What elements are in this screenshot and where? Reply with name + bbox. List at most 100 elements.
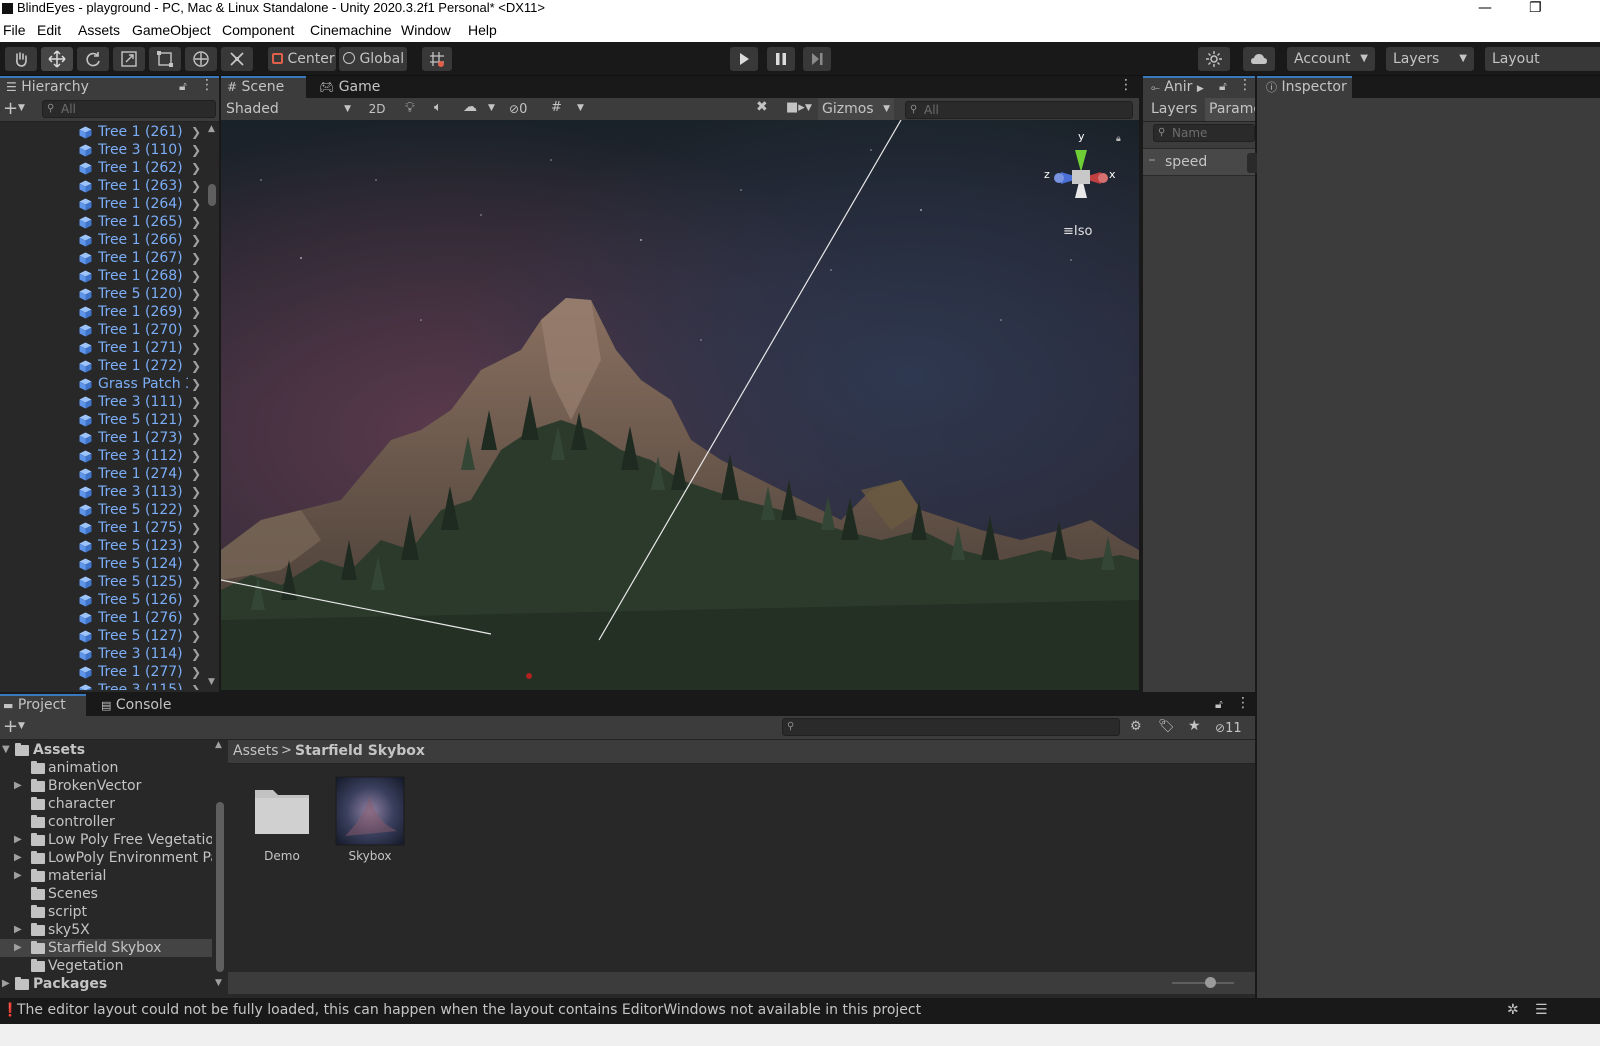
hierarchy-item[interactable]: Tree 5 (126) ❯	[0, 591, 205, 609]
hierarchy-item[interactable]: Tree 1 (271) ❯	[0, 339, 205, 357]
orientation-gizmo[interactable]: y x z 🔒︎ ≡Iso	[1041, 128, 1121, 248]
chevron-right-icon[interactable]: ❯	[191, 447, 201, 465]
expand-right-icon[interactable]: ▶	[14, 849, 22, 867]
animator-parameters-tab[interactable]: Parame	[1205, 98, 1255, 121]
expand-right-icon[interactable]: ▶	[14, 831, 22, 849]
play-button[interactable]	[730, 47, 758, 71]
menu-file[interactable]: File	[3, 22, 26, 38]
scene-search-input[interactable]: ⚲ All	[905, 101, 1133, 119]
menu-assets[interactable]: Assets	[78, 22, 120, 38]
rect-tool-button[interactable]	[149, 47, 181, 71]
chevron-right-icon[interactable]: ❯	[191, 663, 201, 681]
scroll-down-icon[interactable]: ▼	[208, 677, 215, 687]
expand-down-icon[interactable]: ▼	[2, 741, 10, 759]
chevron-right-icon[interactable]: ❯	[191, 357, 201, 375]
expand-right-icon[interactable]: ▶	[14, 939, 22, 957]
lock-icon[interactable]: 🔓︎	[1219, 79, 1227, 94]
move-tool-button[interactable]	[41, 47, 73, 71]
rotate-tool-button[interactable]	[77, 47, 109, 71]
tab-inspector[interactable]: ⓘ Inspector	[1257, 76, 1352, 98]
grid-snap-button[interactable]	[422, 47, 452, 71]
parameter-row[interactable]: speed	[1143, 148, 1257, 176]
lock-icon[interactable]: 🔒︎	[1116, 134, 1121, 144]
scroll-down-icon[interactable]: ▼	[215, 978, 222, 988]
expand-right-icon[interactable]: ▶	[2, 975, 10, 993]
kebab-menu-icon[interactable]: ⋮	[200, 77, 214, 93]
status-message[interactable]: The editor layout could not be fully loa…	[17, 998, 921, 1022]
minimize-button[interactable]: —	[1478, 0, 1492, 16]
hierarchy-item[interactable]: Tree 1 (261) ❯	[0, 123, 205, 141]
chevron-right-icon[interactable]: ❯	[191, 339, 201, 357]
chevron-right-icon[interactable]: ❯	[191, 267, 201, 285]
hierarchy-search-input[interactable]: ⚲ All	[42, 100, 216, 118]
folder-tree-item[interactable]: ▼ Assets	[0, 741, 212, 759]
folder-tree-item[interactable]: controller	[0, 813, 212, 831]
layout-dropdown[interactable]: Layout	[1485, 47, 1600, 71]
project-search-input[interactable]: ⚲	[782, 718, 1120, 736]
folder-tree-item[interactable]: ▶ Packages	[0, 975, 212, 993]
add-icon[interactable]: +	[3, 98, 18, 120]
hierarchy-item[interactable]: Tree 5 (127) ❯	[0, 627, 205, 645]
kebab-menu-icon[interactable]: ⋮	[1238, 77, 1252, 93]
menu-cinemachine[interactable]: Cinemachine	[310, 22, 392, 38]
hierarchy-item[interactable]: Tree 5 (124) ❯	[0, 555, 205, 573]
hierarchy-item[interactable]: Tree 1 (270) ❯	[0, 321, 205, 339]
audio-icon[interactable]: 🔈︎	[434, 100, 442, 115]
folder-tree-item[interactable]: ▶ sky5X	[0, 921, 212, 939]
folder-tree-item[interactable]: ▶ material	[0, 867, 212, 885]
caret-down-icon[interactable]: ▼	[488, 103, 495, 113]
grid-icon[interactable]: #	[551, 100, 562, 115]
hierarchy-item[interactable]: Tree 1 (275) ❯	[0, 519, 205, 537]
project-tree-scrollbar[interactable]: ▲ ▼	[214, 740, 226, 990]
scroll-up-icon[interactable]: ▲	[215, 740, 222, 750]
hierarchy-item[interactable]: Tree 1 (265) ❯	[0, 213, 205, 231]
folder-tree-item[interactable]: animation	[0, 759, 212, 777]
hierarchy-item[interactable]: Tree 1 (262) ❯	[0, 159, 205, 177]
collab-button[interactable]	[1198, 47, 1230, 71]
breadcrumb-current[interactable]: Starfield Skybox	[295, 743, 425, 759]
chevron-right-icon[interactable]: ❯	[191, 609, 201, 627]
chevron-right-icon[interactable]: ❯	[191, 573, 201, 591]
chevron-right-icon[interactable]: ❯	[191, 555, 201, 573]
chevron-right-icon[interactable]: ❯	[191, 321, 201, 339]
step-button[interactable]	[803, 47, 831, 71]
hierarchy-item[interactable]: Tree 3 (112) ❯	[0, 447, 205, 465]
kebab-menu-icon[interactable]: ⋮	[1236, 695, 1250, 711]
drag-handle-icon[interactable]	[1149, 159, 1155, 161]
tab-console[interactable]: ▤ Console	[95, 694, 175, 716]
progress-icon[interactable]: ☰	[1535, 998, 1548, 1022]
chevron-right-icon[interactable]: ❯	[191, 141, 201, 159]
hierarchy-item[interactable]: Tree 3 (111) ❯	[0, 393, 205, 411]
folder-tree-item[interactable]: ▶ LowPoly Environment Pa	[0, 849, 212, 867]
menu-window[interactable]: Window	[401, 22, 451, 38]
scale-tool-button[interactable]	[113, 47, 145, 71]
folder-tree-item[interactable]: ▶ Starfield Skybox	[0, 939, 212, 957]
chevron-right-icon[interactable]: ❯	[191, 429, 201, 447]
tools-icon[interactable]: ✖	[756, 99, 768, 115]
hierarchy-item[interactable]: Tree 5 (121) ❯	[0, 411, 205, 429]
menu-edit[interactable]: Edit	[37, 22, 61, 38]
folder-tree-item[interactable]: ▶ BrokenVector	[0, 777, 212, 795]
tab-project[interactable]: ▬ Project	[0, 694, 86, 716]
pivot-global-toggle[interactable]: Global	[339, 47, 407, 71]
slider-handle[interactable]	[1205, 977, 1216, 988]
chevron-right-icon[interactable]: ❯	[191, 627, 201, 645]
hierarchy-item[interactable]: Tree 5 (120) ❯	[0, 285, 205, 303]
gizmos-dropdown[interactable]: Gizmos ▼	[818, 98, 894, 121]
chevron-right-icon[interactable]: ❯	[191, 681, 201, 690]
hierarchy-scrollbar[interactable]: ▲ ▼	[205, 124, 219, 692]
projection-toggle[interactable]: ≡Iso	[1063, 224, 1092, 239]
caret-down-icon[interactable]: ▼	[805, 103, 812, 113]
account-dropdown[interactable]: Account ▼	[1287, 47, 1375, 71]
hierarchy-item[interactable]: Tree 1 (269) ❯	[0, 303, 205, 321]
hierarchy-item[interactable]: Tree 1 (276) ❯	[0, 609, 205, 627]
scrollbar-thumb[interactable]	[208, 184, 216, 206]
chevron-right-icon[interactable]: ❯	[191, 483, 201, 501]
hierarchy-item[interactable]: Tree 1 (264) ❯	[0, 195, 205, 213]
chevron-right-icon[interactable]: ❯	[191, 231, 201, 249]
chevron-right-icon[interactable]: ❯	[191, 519, 201, 537]
label-icon[interactable]: 🏷︎	[1158, 719, 1175, 734]
custom-tool-button[interactable]	[221, 47, 253, 71]
debug-bug-icon[interactable]: ✲	[1507, 998, 1519, 1022]
expand-right-icon[interactable]: ▶	[14, 867, 22, 885]
